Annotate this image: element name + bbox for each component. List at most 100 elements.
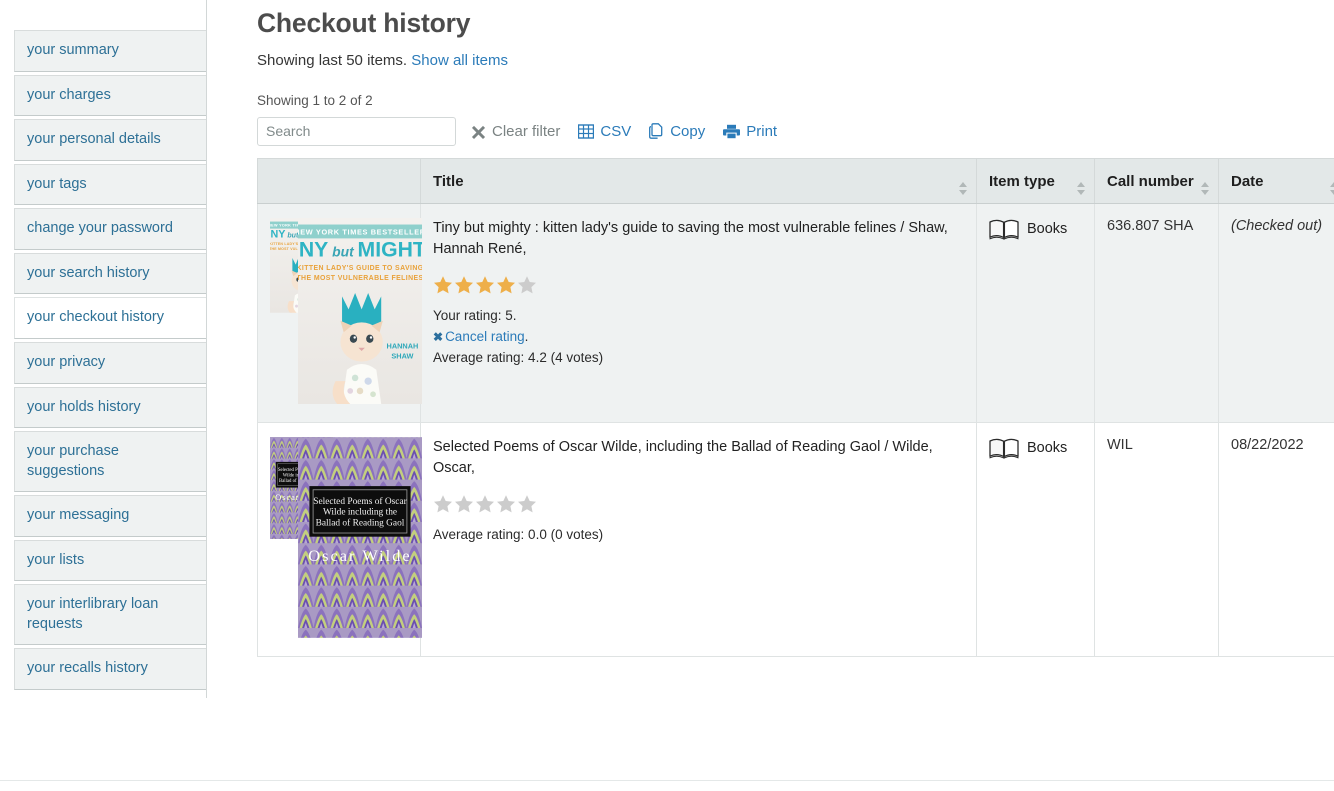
list-item: your tags [14, 163, 207, 206]
svg-text:THE MOST VULNERABLE FELINES: THE MOST VULNERABLE FELINES [298, 275, 422, 282]
svg-text:NEW YORK TIMES BESTSELLER: NEW YORK TIMES BESTSELLER [298, 227, 422, 236]
sidebar-item-your-messaging[interactable]: your messaging [14, 495, 207, 537]
checkout-date: 08/22/2022 [1231, 437, 1304, 453]
list-item: your interlibrary loan requests [14, 584, 207, 646]
list-item: your purchase suggestions [14, 431, 207, 493]
sidebar-item-your-lists[interactable]: your lists [14, 539, 207, 582]
checkout-history-table: Title Item type Call number Date NEW YORK T… [257, 158, 1334, 657]
column-header-label: Title [433, 172, 464, 190]
star-empty-icon[interactable] [496, 494, 516, 514]
call-number: WIL [1107, 437, 1133, 453]
x-mark-icon: ✖ [433, 330, 444, 345]
star-empty-icon[interactable] [433, 494, 453, 514]
list-item: your summary [14, 30, 207, 72]
cancel-rating-link[interactable]: Cancel rating [445, 329, 525, 344]
rating-meta: Your rating: 5. ✖ Cancel rating. Average ra… [433, 306, 964, 369]
book-cover-image[interactable]: NEW YORK TIMES BESTSELLER TINY but MIGHT… [280, 218, 440, 408]
column-header-call-number[interactable]: Call number [1094, 158, 1219, 204]
print-button[interactable]: Print [723, 123, 777, 140]
clear-filter-button[interactable]: Clear filter [471, 123, 560, 140]
star-rating-widget[interactable] [433, 494, 964, 516]
svg-text:TINY but MIGHTY: TINY but MIGHTY [298, 238, 422, 261]
rating-meta: Average rating: 0.0 (0 votes) [433, 525, 964, 546]
csv-export-button[interactable]: CSV [578, 123, 631, 140]
column-header-date[interactable]: Date [1218, 158, 1334, 204]
copy-label: Copy [670, 122, 706, 140]
item-type: Books [989, 218, 1082, 240]
call-number-cell: 636.807 SHA [1094, 203, 1219, 423]
item-type-cell: Books [976, 422, 1095, 657]
checkout-date: (Checked out) [1231, 218, 1323, 234]
sidebar-item-your-purchase-suggestions[interactable]: your purchase suggestions [14, 431, 207, 493]
sort-arrows-icon [1330, 182, 1334, 196]
book-cover[interactable]: NEW YORK TIMES BESTSELLER TINY but MIGHT… [261, 218, 440, 408]
date-cell: (Checked out) [1218, 203, 1334, 423]
title-cell: Selected Poems of Oscar Wilde, including… [420, 422, 977, 657]
sort-arrows-icon [959, 182, 968, 196]
sidebar-item-your-holds-history[interactable]: your holds history [14, 386, 207, 429]
list-item: your lists [14, 539, 207, 582]
list-item: change your password [14, 208, 207, 250]
sidebar-item-your-charges[interactable]: your charges [14, 74, 207, 117]
sidebar-item-your-interlibrary-loan-requests[interactable]: your interlibrary loan requests [14, 584, 207, 646]
item-title[interactable]: Selected Poems of Oscar Wilde, including… [433, 437, 964, 478]
datatable-info: Showing 1 to 2 of 2 [257, 93, 373, 108]
search-input[interactable] [257, 116, 456, 146]
star-filled-icon[interactable] [454, 275, 474, 295]
column-header-label: Call number [1107, 172, 1194, 190]
sidebar-item-your-recalls-history[interactable]: your recalls history [14, 648, 207, 690]
column-header-label: Item type [989, 172, 1055, 190]
average-rating-text: Average rating: 0.0 (0 votes) [433, 527, 604, 543]
column-header-title[interactable]: Title [420, 158, 977, 204]
star-empty-icon[interactable] [517, 275, 537, 295]
item-title[interactable]: Tiny but mighty : kitten lady's guide to… [433, 218, 964, 259]
sidebar-menu: your summary your charges your personal de… [14, 30, 207, 690]
csv-label: CSV [600, 122, 632, 140]
star-filled-icon[interactable] [475, 275, 495, 295]
sidebar-item-your-checkout-history[interactable]: your checkout history [14, 297, 207, 339]
show-all-items-link[interactable]: Show all items [411, 52, 508, 69]
print-label: Print [746, 122, 778, 140]
list-item: your checkout history [14, 297, 207, 339]
table-body: NEW YORK TIMES BESTSELLER TINY but MIGHT… [257, 203, 1334, 657]
table-row: Selected Poems of Oscar Wilde including … [257, 422, 1334, 657]
item-type-label: Books [1027, 440, 1068, 456]
sort-arrows-icon [1201, 182, 1210, 196]
svg-text:Ballad of Reading Gaol: Ballad of Reading Gaol [316, 517, 405, 528]
star-filled-icon[interactable] [433, 275, 453, 295]
svg-text:HANNAH: HANNAH [387, 342, 419, 351]
book-cover[interactable]: Selected Poems of Oscar Wilde including … [270, 437, 422, 642]
title-cell: Tiny but mighty : kitten lady's guide to… [420, 203, 977, 423]
star-empty-icon[interactable] [475, 494, 495, 514]
star-rating-widget[interactable] [433, 275, 964, 297]
list-item: your personal details [14, 119, 207, 161]
sidebar-item-your-summary[interactable]: your summary [14, 30, 207, 72]
svg-text:Selected Poems of Oscar: Selected Poems of Oscar [313, 496, 407, 507]
table-toolbar: Clear filter CSV [257, 116, 1334, 146]
column-header-cover [257, 158, 421, 204]
star-empty-icon[interactable] [454, 494, 474, 514]
cover-cell: Selected Poems of Oscar Wilde including … [257, 422, 422, 657]
sidebar-item-your-search-history[interactable]: your search history [14, 252, 207, 295]
star-filled-icon[interactable] [496, 275, 516, 295]
list-item: your charges [14, 74, 207, 117]
list-item: your search history [14, 252, 207, 295]
your-rating-text: Your rating: 5. [433, 308, 517, 324]
svg-text:KITTEN LADY'S GUIDE TO SAVING: KITTEN LADY'S GUIDE TO SAVING [298, 265, 422, 272]
sidebar-item-your-tags[interactable]: your tags [14, 163, 207, 206]
book-cover-image[interactable]: Selected Poems of Oscar Wilde including … [298, 437, 422, 642]
sidebar-item-your-personal-details[interactable]: your personal details [14, 119, 207, 161]
copy-button[interactable]: Copy [649, 123, 705, 140]
checkout-history-page: your summary your charges your personal de… [0, 0, 1334, 791]
column-header-item-type[interactable]: Item type [976, 158, 1095, 204]
sort-arrows-icon [1077, 182, 1086, 196]
table-header-row: Title Item type Call number Date [257, 158, 1334, 204]
book-cover-art: NEW YORK TIMES BESTSELLER TINY but MIGHT… [280, 218, 440, 404]
open-book-icon [989, 438, 1019, 459]
cancel-rating-row: ✖ Cancel rating. [433, 327, 964, 348]
svg-text:Wilde including the: Wilde including the [323, 508, 397, 518]
sidebar-item-your-privacy[interactable]: your privacy [14, 341, 207, 384]
table-row: NEW YORK TIMES BESTSELLER TINY but MIGHT… [257, 203, 1334, 423]
star-empty-icon[interactable] [517, 494, 537, 514]
sidebar-item-change-your-password[interactable]: change your password [14, 208, 207, 250]
